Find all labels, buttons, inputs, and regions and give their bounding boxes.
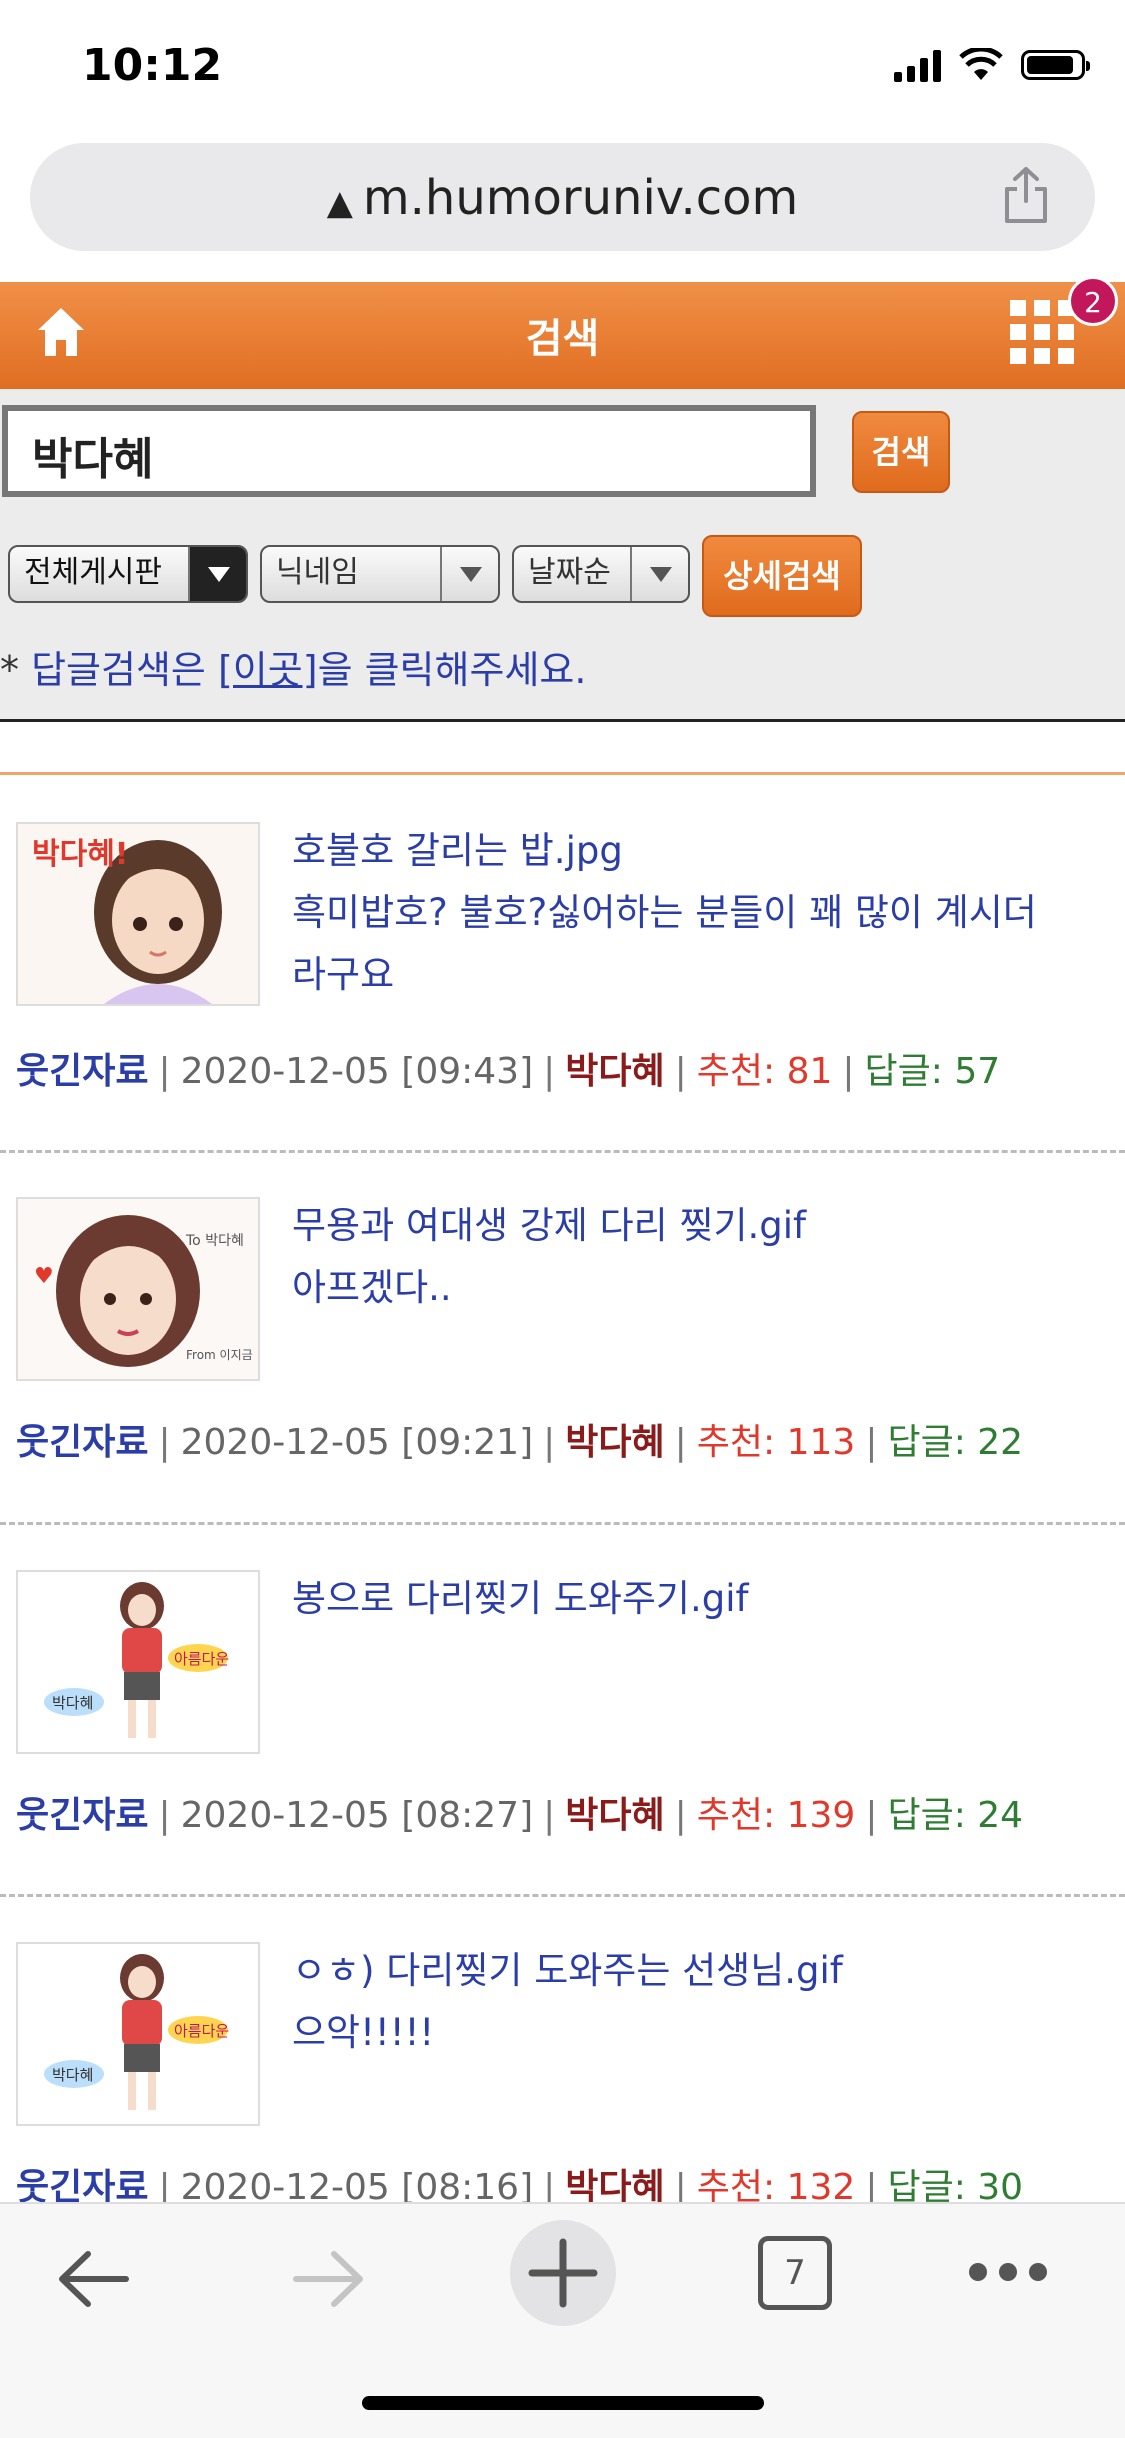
post-title[interactable]: 호불호 갈리는 밥.jpg 흑미밥호? 불호?싫어하는 분들이 꽤 많이 계시더… — [292, 820, 1092, 1006]
cellular-signal-icon — [894, 48, 941, 82]
post-recommend: 추천: 139 — [696, 1795, 856, 1836]
battery-icon — [1021, 50, 1090, 80]
share-icon[interactable] — [1001, 165, 1051, 225]
home-indicator — [362, 2396, 764, 2410]
post-meta: 웃긴자료 | 2020-12-05 [08:27] | 박다혜 | 추천: 139 | 답글: … — [16, 1795, 1024, 1836]
portrait-illustration: 박다혜! — [18, 824, 258, 1004]
post-category[interactable]: 웃긴자료 — [16, 1422, 148, 1463]
search-button[interactable]: 검색 — [852, 411, 950, 493]
svg-text:♥: ♥ — [34, 1264, 54, 1289]
post-author[interactable]: 박다혜 — [565, 1422, 664, 1463]
post-replies: 답글: 24 — [887, 1795, 1024, 1836]
svg-text:아름다운: 아름다운 — [174, 2022, 229, 2040]
post-category[interactable]: 웃긴자료 — [16, 1795, 148, 1836]
svg-text:박다혜: 박다혜 — [52, 1694, 93, 1712]
post-thumbnail[interactable]: 아름다운 박다혜 — [16, 1942, 260, 2126]
warning-icon: ▲ — [326, 183, 353, 223]
back-arrow-icon[interactable] — [54, 2244, 134, 2314]
post-thumbnail[interactable]: 아름다운 박다혜 — [16, 1570, 260, 1754]
new-tab-plus-icon[interactable] — [508, 2218, 618, 2328]
page-title: 검색 — [525, 316, 600, 362]
svg-text:To 박다혜: To 박다혜 — [185, 1233, 244, 1249]
post-replies: 답글: 57 — [864, 1051, 1001, 1092]
board-select-value: 전체게시판 — [24, 555, 162, 590]
detail-search-button[interactable]: 상세검색 — [702, 535, 862, 617]
search-input[interactable]: 박다혜 — [2, 405, 816, 497]
item-divider — [0, 1522, 1125, 1525]
forward-arrow-icon[interactable] — [288, 2244, 368, 2314]
status-bar: 10:12 — [0, 0, 1125, 140]
svg-text:박다혜: 박다혜 — [52, 2066, 93, 2084]
item-divider — [0, 1894, 1125, 1897]
field-select[interactable]: 닉네임 — [260, 545, 500, 603]
post-category[interactable]: 웃긴자료 — [16, 1051, 148, 1092]
svg-text:아름다운: 아름다운 — [174, 1650, 229, 1668]
reply-search-notice: * 답글검색은 [이곳]을 클릭해주세요. — [0, 648, 587, 692]
status-time: 10:12 — [82, 40, 223, 91]
post-meta: 웃긴자료 | 2020-12-05 [09:43] | 박다혜 | 추천: 81 | 답글: 5… — [16, 1051, 1001, 1092]
figure-illustration: 아름다운 박다혜 — [18, 1944, 258, 2124]
url-text: m.humoruniv.com — [362, 170, 799, 226]
reply-search-link[interactable]: [이곳] — [218, 648, 318, 692]
post-title[interactable]: 무용과 여대생 강제 다리 찢기.gif 아프겠다.. — [292, 1195, 1092, 1319]
post-datetime: 2020-12-05 [09:43] — [180, 1051, 534, 1092]
post-recommend: 추천: 81 — [696, 1051, 833, 1092]
item-divider — [0, 1150, 1125, 1153]
svg-text:박다혜!: 박다혜! — [32, 837, 128, 872]
sort-select[interactable]: 날짜순 — [512, 545, 690, 603]
post-datetime: 2020-12-05 [09:21] — [180, 1422, 534, 1463]
post-datetime: 2020-12-05 [08:27] — [180, 1795, 534, 1836]
post-thumbnail[interactable]: 박다혜! — [16, 822, 260, 1006]
post-title[interactable]: ㅇㅎ) 다리찢기 도와주는 선생님.gif 으악!!!!! — [292, 1940, 1092, 2064]
post-title[interactable]: 봉으로 다리찢기 도와주기.gif — [292, 1568, 1092, 1630]
address-url[interactable]: ▲ m.humoruniv.com — [30, 170, 1095, 226]
chevron-down-icon — [188, 547, 246, 601]
svg-text:From 이지금: From 이지금 — [186, 1348, 253, 1362]
divider — [0, 772, 1125, 775]
board-select[interactable]: 전체게시판 — [8, 545, 248, 603]
tabs-count-button[interactable]: 7 — [758, 2236, 832, 2310]
more-dots-icon[interactable] — [966, 2260, 1050, 2284]
field-select-value: 닉네임 — [276, 555, 359, 590]
notification-badge: 2 — [1068, 276, 1118, 326]
status-icons — [894, 48, 1090, 82]
address-bar[interactable]: ▲ m.humoruniv.com — [30, 143, 1095, 251]
menu-grid-icon[interactable] — [1010, 300, 1074, 364]
figure-illustration: 아름다운 박다혜 — [18, 1572, 258, 1752]
wifi-icon — [959, 48, 1003, 80]
search-panel: 박다혜 검색 전체게시판 닉네임 날짜순 상세검색 * 답글검색은 [이곳]을 … — [0, 389, 1125, 722]
chevron-down-icon — [630, 547, 688, 601]
portrait-illustration: ♥ To 박다혜 From 이지금 — [18, 1199, 258, 1379]
chevron-down-icon — [440, 547, 498, 601]
post-author[interactable]: 박다혜 — [565, 1795, 664, 1836]
post-replies: 답글: 22 — [887, 1422, 1024, 1463]
post-author[interactable]: 박다혜 — [565, 1051, 664, 1092]
sort-select-value: 날짜순 — [528, 555, 611, 590]
post-meta: 웃긴자료 | 2020-12-05 [09:21] | 박다혜 | 추천: 113 | 답글: … — [16, 1422, 1024, 1463]
page-header: 검색 — [0, 282, 1125, 389]
post-recommend: 추천: 113 — [696, 1422, 856, 1463]
post-thumbnail[interactable]: ♥ To 박다혜 From 이지금 — [16, 1197, 260, 1381]
